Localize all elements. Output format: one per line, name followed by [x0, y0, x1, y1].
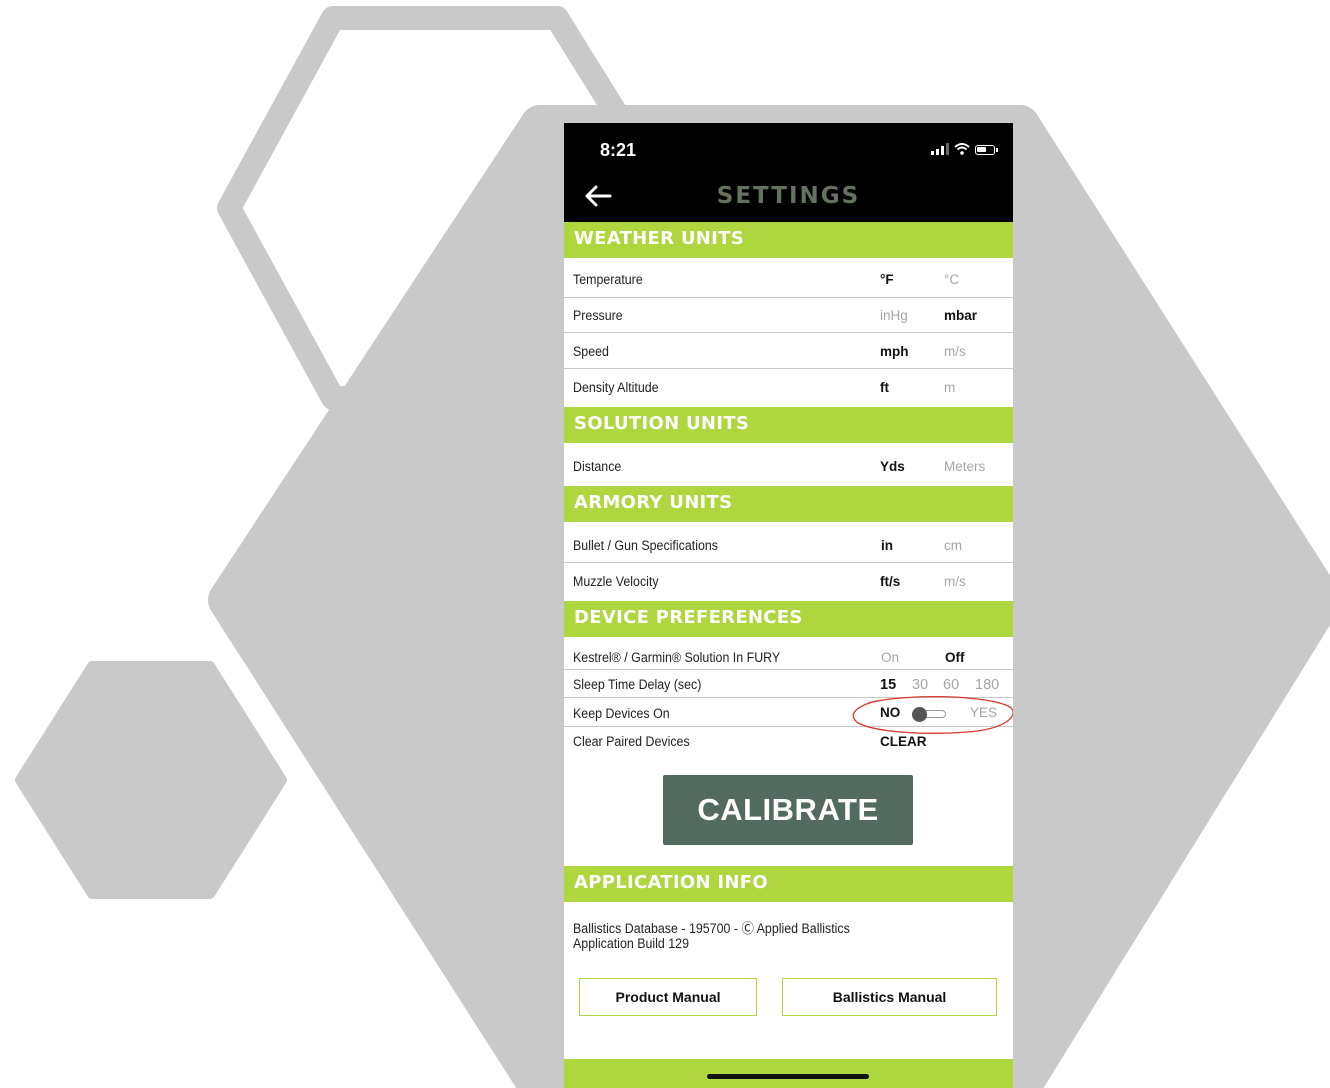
option-feet[interactable]: ft — [880, 380, 889, 395]
ballistics-database-info: Ballistics Database - 195700 - Ⓒ Applied… — [573, 921, 850, 936]
section-header-device-preferences: DEVICE PREFERENCES — [564, 601, 1013, 637]
screenshot-stage: 8:21 SETTINGS WEATHER UNITS Temperature — [0, 0, 1330, 1088]
option-sleep-60[interactable]: 60 — [943, 677, 959, 693]
option-sleep-180[interactable]: 180 — [975, 677, 999, 693]
row-label: Bullet / Gun Specifications — [573, 538, 718, 553]
option-centimeters[interactable]: cm — [944, 538, 962, 553]
option-on[interactable]: On — [881, 650, 899, 665]
row-label: Speed — [573, 344, 609, 359]
option-yards[interactable]: Yds — [880, 459, 905, 474]
section-header-armory-units: ARMORY UNITS — [564, 486, 1013, 522]
row-label: Density Altitude — [573, 380, 659, 395]
divider — [564, 669, 1013, 670]
hexagon-small-decoration — [15, 661, 287, 899]
option-off[interactable]: Off — [945, 650, 965, 665]
cellular-signal-icon — [931, 143, 949, 155]
option-mph[interactable]: mph — [880, 344, 909, 359]
option-mps[interactable]: m/s — [944, 344, 966, 359]
option-celsius[interactable]: °C — [944, 272, 959, 287]
divider — [564, 297, 1013, 298]
option-meters[interactable]: m — [944, 380, 955, 395]
divider — [564, 562, 1013, 563]
row-label: Pressure — [573, 308, 623, 323]
row-label: Distance — [573, 459, 622, 474]
row-label: Kestrel® / Garmin® Solution In FURY — [573, 650, 781, 665]
option-inches[interactable]: in — [881, 538, 893, 553]
option-inhg[interactable]: inHg — [880, 308, 908, 323]
top-bar: 8:21 SETTINGS — [564, 123, 1013, 222]
phone-screen: 8:21 SETTINGS WEATHER UNITS Temperature — [564, 123, 1013, 1088]
option-sleep-30[interactable]: 30 — [912, 677, 928, 693]
option-meters[interactable]: Meters — [944, 459, 985, 474]
section-header-weather-units: WEATHER UNITS — [564, 222, 1013, 258]
row-label: Sleep Time Delay (sec) — [573, 677, 702, 692]
status-icons — [931, 143, 998, 155]
ballistics-manual-button[interactable]: Ballistics Manual — [782, 978, 997, 1016]
annotation-circle — [852, 695, 1013, 734]
divider — [564, 332, 1013, 333]
home-indicator[interactable] — [707, 1074, 869, 1079]
product-manual-button[interactable]: Product Manual — [579, 978, 757, 1016]
row-label: Clear Paired Devices — [573, 734, 690, 749]
row-label: Muzzle Velocity — [573, 574, 659, 589]
battery-icon — [975, 145, 998, 155]
section-header-solution-units: SOLUTION UNITS — [564, 407, 1013, 443]
option-fahrenheit[interactable]: °F — [880, 272, 894, 287]
status-time: 8:21 — [600, 140, 637, 160]
option-mbar[interactable]: mbar — [944, 308, 977, 323]
application-build-info: Application Build 129 — [573, 936, 690, 951]
row-label: Keep Devices On — [573, 706, 670, 721]
section-header-application-info: APPLICATION INFO — [564, 866, 1013, 902]
page-title: SETTINGS — [716, 183, 861, 209]
calibrate-button[interactable]: CALIBRATE — [663, 775, 913, 845]
row-label: Temperature — [573, 272, 643, 287]
option-sleep-15[interactable]: 15 — [880, 677, 896, 693]
option-mps[interactable]: m/s — [944, 574, 966, 589]
wifi-icon — [954, 143, 970, 155]
option-fps[interactable]: ft/s — [880, 574, 900, 589]
divider — [564, 368, 1013, 369]
